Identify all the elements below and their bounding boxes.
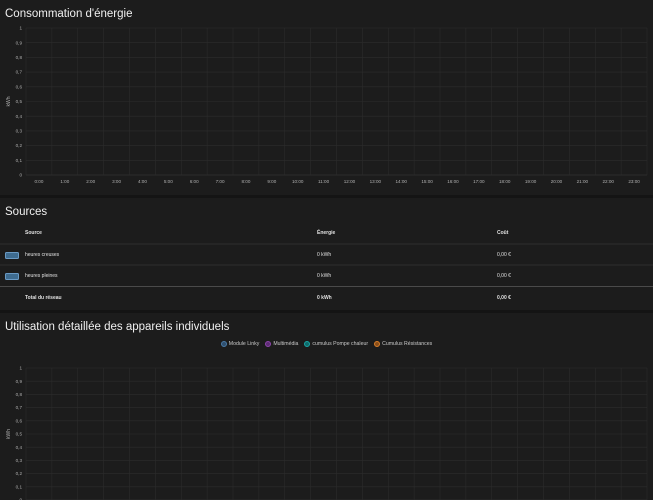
source-color-swatch [5, 252, 19, 259]
x-tick-label: 14:00 [395, 179, 407, 184]
y-tick-label: 1 [19, 366, 22, 371]
legend-item-cumulus-resistances[interactable]: Cumulus Résistances [374, 341, 432, 347]
x-tick-label: 23:00 [628, 179, 640, 184]
x-tick-label: 21:00 [577, 179, 589, 184]
y-tick-label: 0,7 [16, 70, 23, 75]
y-tick-label: 0,5 [16, 432, 23, 437]
x-tick-label: 4:00 [138, 179, 147, 184]
legend-item-multimedia[interactable]: Multimédia [265, 341, 298, 347]
source-energy: 0 kWh [317, 273, 332, 279]
y-tick-label: 0,9 [16, 40, 23, 45]
y-tick-label: 1 [19, 26, 22, 31]
x-tick-label: 3:00 [112, 179, 121, 184]
x-tick-label: 22:00 [602, 179, 614, 184]
column-header-cost: Coût [497, 230, 509, 236]
y-tick-label: 0,8 [16, 55, 23, 60]
source-cost: 0,00 € [497, 252, 511, 258]
energy-consumption-card: Consommation d'énergie 0 0,1 0,2 0,3 0,4 0,5 0… [0, 0, 653, 195]
x-tick-label: 18:00 [499, 179, 511, 184]
x-tick-label: 5:00 [164, 179, 173, 184]
x-tick-label: 11:00 [318, 179, 330, 184]
y-tick-label: 0,6 [16, 418, 23, 423]
x-tick-label: 2:00 [86, 179, 95, 184]
legend-label: Cumulus Résistances [382, 341, 433, 347]
column-header-energy: Énergie [317, 230, 336, 236]
legend-item-module-linky[interactable]: Module Linky [220, 341, 260, 347]
x-tick-label: 6:00 [190, 179, 199, 184]
x-tick-label: 9:00 [267, 179, 276, 184]
x-tick-label: 0:00 [34, 179, 43, 184]
x-tick-label: 12:00 [344, 179, 356, 184]
x-tick-label: 8:00 [241, 179, 250, 184]
x-tick-label: 10:00 [292, 179, 304, 184]
source-name: heures creuses [25, 252, 60, 258]
x-tick-label: 19:00 [525, 179, 537, 184]
source-color-swatch [5, 273, 19, 280]
legend-dot-icon [220, 341, 227, 347]
y-tick-label: 0,3 [16, 129, 23, 134]
y-tick-label: 0,7 [16, 405, 23, 410]
energy-consumption-chart: 00,10,20,30,40,50,60,70,80,910:00 1:00 2:0… [6, 26, 648, 184]
source-energy: 0 kWh [317, 252, 332, 258]
y-tick-label: 0,5 [16, 99, 23, 104]
y-tick-label: 0,3 [16, 458, 23, 463]
x-tick-label: 1:00 [60, 179, 69, 184]
legend-label: cumulus Pompe chaleur [312, 341, 369, 347]
x-tick-label: 20:00 [551, 179, 563, 184]
legend-item-cumulus-pompe-chaleur[interactable]: cumulus Pompe chaleur [304, 341, 368, 347]
total-label: Total du réseau [25, 295, 62, 301]
legend-dot-icon [374, 341, 381, 347]
y-tick-label: 0,1 [16, 158, 23, 163]
legend-label: Multimédia [273, 341, 299, 347]
x-tick-label: 13:00 [370, 179, 382, 184]
legend-dot-icon [265, 341, 272, 347]
total-energy: 0 kWh [317, 295, 332, 301]
source-cost: 0,00 € [497, 273, 511, 279]
source-name: heures pleines [25, 273, 58, 279]
x-tick-label: 16:00 [447, 179, 459, 184]
y-tick-label: 0,4 [16, 445, 23, 450]
column-header-source: Source [25, 230, 42, 236]
total-cost: 0,00 € [497, 295, 511, 301]
legend-dot-icon [304, 341, 311, 347]
x-tick-label: 17:00 [473, 179, 485, 184]
x-tick-label: 15:00 [421, 179, 433, 184]
y-tick-label: 0,6 [16, 84, 23, 89]
y-axis-label: kWh [6, 96, 12, 106]
x-tick-label: 7:00 [216, 179, 225, 184]
sources-card: Sources Source Énergie Coût heures creus… [0, 198, 653, 310]
y-tick-label: 0,2 [16, 471, 23, 476]
y-tick-label: 0,2 [16, 143, 23, 148]
y-tick-label: 0 [19, 173, 22, 178]
y-tick-label: 0,4 [16, 114, 23, 119]
y-tick-label: 0,9 [16, 379, 23, 384]
y-axis-label: kWh [6, 429, 12, 439]
devices-legend: Module Linky Multimédia cumulus Pompe ch… [0, 341, 653, 347]
y-tick-label: 0,1 [16, 484, 23, 489]
y-tick-label: 0,8 [16, 392, 23, 397]
legend-label: Module Linky [228, 341, 260, 347]
